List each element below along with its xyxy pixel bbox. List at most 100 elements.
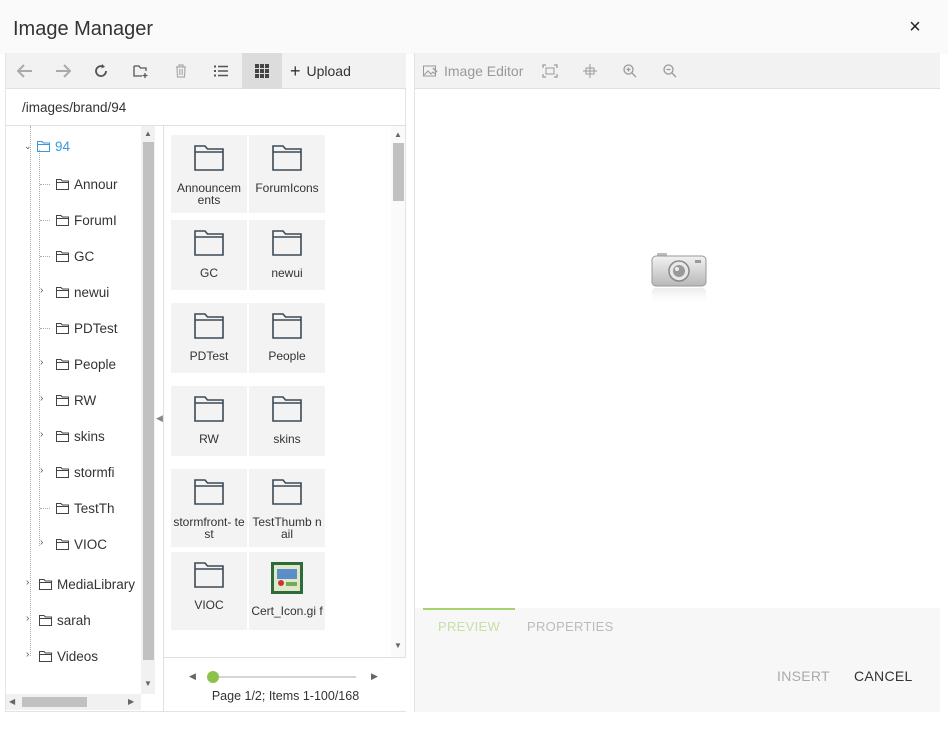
tree-item-testthumbnail[interactable]: TestTh [40,498,115,518]
window-title: Image Manager [13,18,154,40]
grid-folder-tile[interactable]: newui [249,220,325,290]
grid-folder-tile[interactable]: Announcem ents [171,135,247,213]
tab-properties[interactable]: PROPERTIES [512,608,629,640]
folder-icon [56,286,69,298]
tree-hscroll-thumb[interactable] [22,697,87,707]
zoom-in-icon [623,64,637,78]
tree-item-root[interactable]: ⌄ 94 [24,136,70,156]
forward-arrow-icon [56,64,71,78]
grid-folder-tile[interactable]: People [249,303,325,373]
pager-text: Page 1/2; Items 1-100/168 [211,689,360,703]
zoom-in-button[interactable] [615,53,645,89]
tree-item-vioc[interactable]: › VIOC [40,534,107,554]
tree-item-label: GC [74,248,95,264]
pager-slider-handle[interactable] [207,671,219,683]
tree-item-stormfront[interactable]: › stormfi [40,462,115,482]
chevron-right-icon[interactable]: › [26,649,36,660]
tree-item-skins[interactable]: › skins [40,426,105,446]
tile-label: TestThumb nail [252,515,322,541]
actual-size-button[interactable] [575,53,605,89]
folder-icon [194,479,224,505]
image-toolbar: Image Editor [415,53,940,89]
tree-connector [40,184,50,185]
tree-item-label: PDTest [74,320,118,336]
tile-label: skins [273,432,301,446]
fit-button[interactable] [535,53,565,89]
image-thumbnail-icon [271,562,303,594]
tree-item-sarah[interactable]: › sarah [24,610,91,630]
grid-view-icon [255,64,269,78]
grid-folder-tile[interactable]: VIOC [171,552,247,630]
grid-image-tile[interactable]: Cert_Icon.gi f [249,552,325,630]
tree-item-videos[interactable]: › Videos [24,646,98,666]
tree-vertical-scrollbar[interactable]: ▲ ▼ [141,126,155,694]
tree-item-announcements[interactable]: Annour [40,174,118,194]
image-editor-button[interactable]: Image Editor [423,53,523,89]
new-folder-button[interactable] [122,53,160,89]
splitter-collapse-icon[interactable]: ◀ [156,413,163,424]
tree-item-people[interactable]: › People [40,354,116,374]
grid-folder-tile[interactable]: ForumIcons [249,135,325,213]
tile-icon-wrap [272,230,302,261]
forward-button[interactable] [44,53,82,89]
tree-item-rw[interactable]: › RW [40,390,96,410]
tile-label: GC [200,266,218,280]
scroll-up-icon[interactable]: ▲ [144,129,152,138]
grid-folder-tile[interactable]: GC [171,220,247,290]
pager-prev-icon[interactable]: ◀ [189,671,196,682]
chevron-right-icon[interactable]: › [26,577,36,588]
tree-connector [40,220,50,221]
folder-icon [37,140,50,152]
chevron-right-icon[interactable]: › [40,429,50,440]
insert-button[interactable]: INSERT [777,668,830,684]
zoom-out-button[interactable] [655,53,685,89]
pager-slider-track[interactable] [214,676,356,678]
grid-view-button[interactable] [242,53,282,89]
tile-label: stormfront- test [173,515,245,541]
upload-button[interactable]: + Upload [290,53,351,89]
scroll-down-icon[interactable]: ▼ [144,679,152,688]
close-button[interactable]: × [904,16,926,38]
tile-label: ForumIcons [255,181,319,195]
tree-scroll-thumb[interactable] [143,142,154,660]
list-view-button[interactable] [202,53,240,89]
chevron-right-icon[interactable]: › [40,357,50,368]
tree-item-medialibrary[interactable]: › MediaLibrary [24,574,135,594]
scroll-up-icon[interactable]: ▲ [394,130,402,139]
tree-horizontal-scrollbar[interactable]: ◀ ▶ [6,694,141,710]
chevron-right-icon[interactable]: › [40,393,50,404]
upload-label: Upload [306,63,351,79]
grid-scroll-thumb[interactable] [393,143,404,201]
back-button[interactable] [6,53,44,89]
grid-folder-tile[interactable]: PDTest [171,303,247,373]
grid-folder-tile[interactable]: RW [171,386,247,456]
folder-icon [56,502,69,514]
tree-item-forumicons[interactable]: ForumI [40,210,117,230]
grid-folder-tile[interactable]: skins [249,386,325,456]
tile-icon-wrap [194,313,224,344]
tree-item-newui[interactable]: › newui [40,282,109,302]
tree-item-gc[interactable]: GC [40,246,95,266]
tree-item-label: Annour [74,176,118,192]
tree-item-label: ForumI [74,212,117,228]
scroll-right-icon[interactable]: ▶ [128,697,134,706]
tab-preview[interactable]: PREVIEW [423,608,516,640]
grid-folder-tile[interactable]: stormfront- test [171,469,247,547]
tree-connector [40,508,50,509]
grid-vertical-scrollbar[interactable]: ▲ ▼ [391,126,405,657]
zoom-out-icon [663,64,677,78]
chevron-right-icon[interactable]: › [40,537,50,548]
scroll-down-icon[interactable]: ▼ [394,641,402,650]
chevron-right-icon[interactable]: › [26,613,36,624]
pager-next-icon[interactable]: ▶ [371,671,378,682]
delete-button[interactable] [162,53,200,89]
chevron-right-icon[interactable]: › [40,285,50,296]
tree-item-pdtest[interactable]: PDTest [40,318,118,338]
scroll-left-icon[interactable]: ◀ [9,697,15,706]
chevron-right-icon[interactable]: › [40,465,50,476]
grid-folder-tile[interactable]: TestThumb nail [249,469,325,547]
cancel-button[interactable]: CANCEL [854,668,913,684]
folder-icon [56,358,69,370]
refresh-button[interactable] [82,53,120,89]
image-editor-icon [423,65,438,76]
